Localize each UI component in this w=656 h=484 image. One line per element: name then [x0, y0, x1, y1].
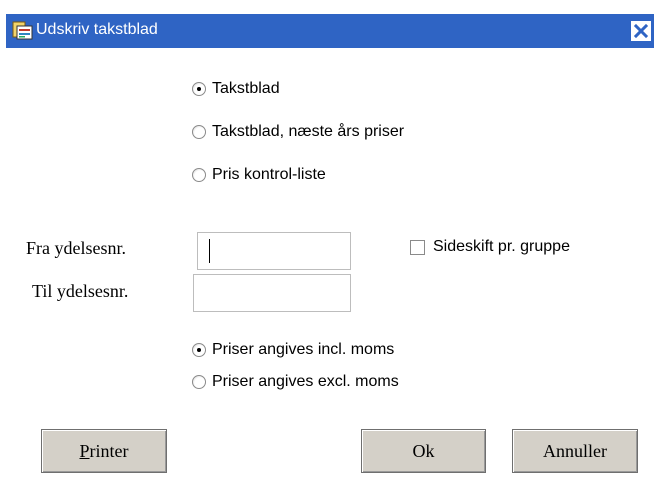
cancel-button[interactable]: Annuller [512, 429, 638, 473]
radio-price-control-list[interactable]: Pris kontrol-liste [192, 164, 326, 186]
radio-takstblad[interactable]: Takstblad [192, 78, 280, 100]
page-break-checkbox[interactable] [410, 239, 425, 255]
to-number-input[interactable] [193, 274, 351, 312]
radio-label: Takstblad [212, 80, 280, 97]
from-number-label: Fra ydelsesnr. [26, 238, 126, 258]
radio-takstblad-next-year[interactable]: Takstblad, næste års priser [192, 121, 404, 143]
from-number-input[interactable] [197, 232, 351, 270]
radio-label: Priser angives excl. moms [212, 373, 399, 390]
radio-button[interactable] [192, 168, 206, 182]
radio-button[interactable] [192, 125, 206, 139]
to-number-label: Til ydelsesnr. [32, 281, 129, 301]
radio-button[interactable] [192, 375, 206, 389]
window-title: Udskriv takstblad [36, 21, 158, 38]
close-icon [631, 21, 651, 41]
radio-button[interactable] [192, 82, 206, 96]
printer-label: rinter [89, 440, 129, 461]
ok-label: Ok [412, 440, 435, 461]
printer-button[interactable]: Printer [41, 429, 167, 473]
printer-mnemonic: P [79, 440, 90, 461]
ok-button[interactable]: Ok [361, 429, 486, 473]
page-break-label: Sideskift pr. gruppe [433, 238, 570, 255]
radio-label: Takstblad, næste års priser [212, 123, 405, 140]
radio-button[interactable] [192, 343, 206, 357]
app-icon [12, 20, 34, 42]
radio-label: Priser angives incl. moms [212, 341, 395, 358]
close-button[interactable] [631, 21, 651, 41]
text-caret [209, 239, 210, 263]
radio-prices-excl-vat[interactable]: Priser angives excl. moms [192, 371, 399, 393]
cancel-label: Annuller [543, 440, 607, 461]
print-dialog: Udskriv takstblad Takstblad Takstblad, n… [0, 0, 656, 484]
title-bar: Udskriv takstblad [6, 14, 654, 48]
page-break-checkbox-row[interactable]: Sideskift pr. gruppe [410, 236, 570, 258]
radio-prices-incl-vat[interactable]: Priser angives incl. moms [192, 339, 394, 361]
radio-label: Pris kontrol-liste [212, 166, 326, 183]
